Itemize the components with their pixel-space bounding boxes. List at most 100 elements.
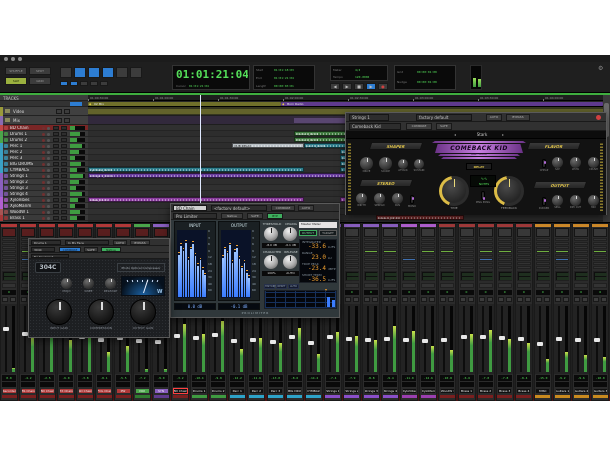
insert-slot[interactable] (421, 266, 436, 269)
insert-slot[interactable] (421, 262, 436, 265)
insert-slot[interactable] (535, 246, 550, 249)
insert-slot[interactable] (402, 246, 417, 249)
zoom-preset-5[interactable] (100, 81, 108, 86)
solo-button[interactable] (53, 204, 59, 208)
solo-button[interactable] (56, 118, 62, 123)
knob-shaper-attack[interactable] (398, 159, 408, 169)
pan-readout[interactable]: 0 (2, 290, 16, 295)
insert-slot[interactable] (440, 262, 455, 265)
mute-button[interactable] (505, 297, 512, 302)
big-knob-time[interactable] (439, 176, 469, 206)
insert-slot[interactable] (535, 238, 550, 241)
track-name-plate[interactable]: BD Chain (39, 388, 55, 394)
track-lane[interactable]: brass 1_02.01 (88, 215, 603, 221)
volume-readout[interactable]: -10.4 (192, 375, 207, 381)
input-monitor-button[interactable] (47, 199, 50, 202)
insert-slot[interactable] (402, 250, 417, 253)
preset-selector[interactable]: <factory default> (211, 205, 267, 211)
insert-slot[interactable] (402, 242, 417, 245)
io-selector[interactable] (555, 271, 569, 281)
input-monitor-button[interactable] (47, 151, 50, 154)
pan-readout[interactable]: 0 (383, 290, 398, 295)
mixer-strip[interactable]: 0 -7.8 Brass 3 (495, 223, 514, 401)
solo-button[interactable] (402, 297, 409, 302)
solo-button[interactable] (383, 297, 390, 302)
track-name-plate[interactable]: MISC (535, 388, 551, 394)
graph-tab-history[interactable]: HISTORY (264, 284, 276, 289)
solo-button[interactable] (497, 297, 504, 302)
compare-button[interactable]: COMPARE (406, 123, 432, 130)
knob-character[interactable] (264, 255, 278, 269)
pencil-tool[interactable] (130, 67, 142, 78)
fader-cap[interactable] (441, 337, 448, 342)
knob-value-release[interactable]: AUTO (281, 271, 300, 276)
solo-button[interactable] (53, 132, 59, 136)
solo-button[interactable] (2, 297, 8, 302)
insert-slot[interactable] (497, 258, 512, 261)
meter-type-dropdown[interactable]: Master Meter (299, 222, 337, 228)
insert-slot[interactable] (2, 242, 16, 245)
knob-output-mix[interactable] (588, 195, 599, 206)
key-input-selector[interactable]: No Key Input (31, 254, 69, 258)
insert-slot[interactable] (459, 254, 474, 257)
mixer-strip[interactable]: 0 -12.6 XyloMarim (419, 223, 438, 401)
lcd-mode[interactable]: NOTES (471, 182, 497, 186)
output-readout[interactable]: -0.1 dB (218, 303, 260, 310)
mute-button[interactable] (352, 297, 359, 302)
automation-mode-button[interactable] (555, 283, 569, 288)
knob-output-gain[interactable] (130, 299, 156, 325)
pan-readout[interactable]: 0 (593, 290, 608, 295)
volume-readout[interactable]: -6.0 (59, 375, 73, 381)
transport-play[interactable]: ▶ (366, 83, 376, 90)
knob-flavor-crush[interactable] (588, 157, 599, 168)
io-selector[interactable] (421, 271, 436, 281)
mixer-strip[interactable]: 0 -6.6 Brass 1 (457, 223, 476, 401)
solo-button[interactable] (440, 297, 447, 302)
audio-clip[interactable]: vibes_02.01 (88, 197, 305, 202)
record-enable-button[interactable] (42, 157, 45, 160)
volume-readout[interactable]: -13.0 (268, 375, 283, 381)
volume-readout[interactable]: -11.0 (402, 375, 417, 381)
insert-slot[interactable] (535, 266, 550, 269)
track-name-plate[interactable]: Drums 2 (210, 388, 226, 394)
native-button[interactable]: Native (101, 247, 121, 252)
graph-tab-reset[interactable]: RESET (276, 284, 287, 289)
mixer-strip[interactable]: 0 -9.6 Guitars 2 (572, 223, 591, 401)
mute-button[interactable] (61, 126, 67, 130)
native-button[interactable]: Native (221, 213, 243, 219)
io-selector[interactable] (593, 271, 608, 281)
solo-button[interactable] (53, 210, 59, 214)
folder-row-mix[interactable]: Mix (0, 116, 88, 125)
knob-threshold[interactable] (264, 227, 278, 241)
solo-button[interactable] (53, 162, 59, 166)
track-name[interactable]: Drums 2 (10, 138, 40, 142)
track-name-plate[interactable]: XyloVibes (401, 388, 417, 394)
solo-button[interactable] (535, 297, 542, 302)
solo-button[interactable] (56, 109, 62, 114)
automation-mode-button[interactable] (440, 283, 455, 288)
volume-readout[interactable]: -9.8 (211, 375, 226, 381)
trimmer-tool[interactable] (74, 67, 86, 78)
insert-slot[interactable] (383, 254, 398, 257)
edit-mode-grid[interactable]: GRID (29, 77, 51, 85)
safe-button[interactable]: SAFE (84, 247, 98, 252)
toggle-flavor-cheap[interactable] (542, 159, 546, 168)
record-enable-button[interactable] (42, 163, 45, 166)
track-name-plate[interactable]: Strings 1 (325, 388, 341, 394)
insert-slot[interactable] (383, 262, 398, 265)
ck-preset-name[interactable]: Stark (464, 132, 500, 137)
solo-button[interactable] (53, 168, 59, 172)
fader-cap[interactable] (98, 337, 104, 342)
solo-button[interactable] (53, 180, 59, 184)
mute-button[interactable] (61, 156, 67, 160)
track-name[interactable]: Perc 2 (10, 150, 40, 154)
pan-readout[interactable]: 0 (478, 290, 493, 295)
pan-readout[interactable]: 0 (535, 290, 550, 295)
insert-slot[interactable] (344, 250, 359, 253)
fader-cap[interactable] (3, 326, 9, 331)
insert-slot[interactable] (440, 254, 455, 257)
insert-slot[interactable] (364, 246, 378, 249)
insert-slot[interactable] (421, 246, 436, 249)
fader-cap[interactable] (422, 339, 429, 343)
track-name-plate[interactable]: VOX (134, 388, 150, 394)
